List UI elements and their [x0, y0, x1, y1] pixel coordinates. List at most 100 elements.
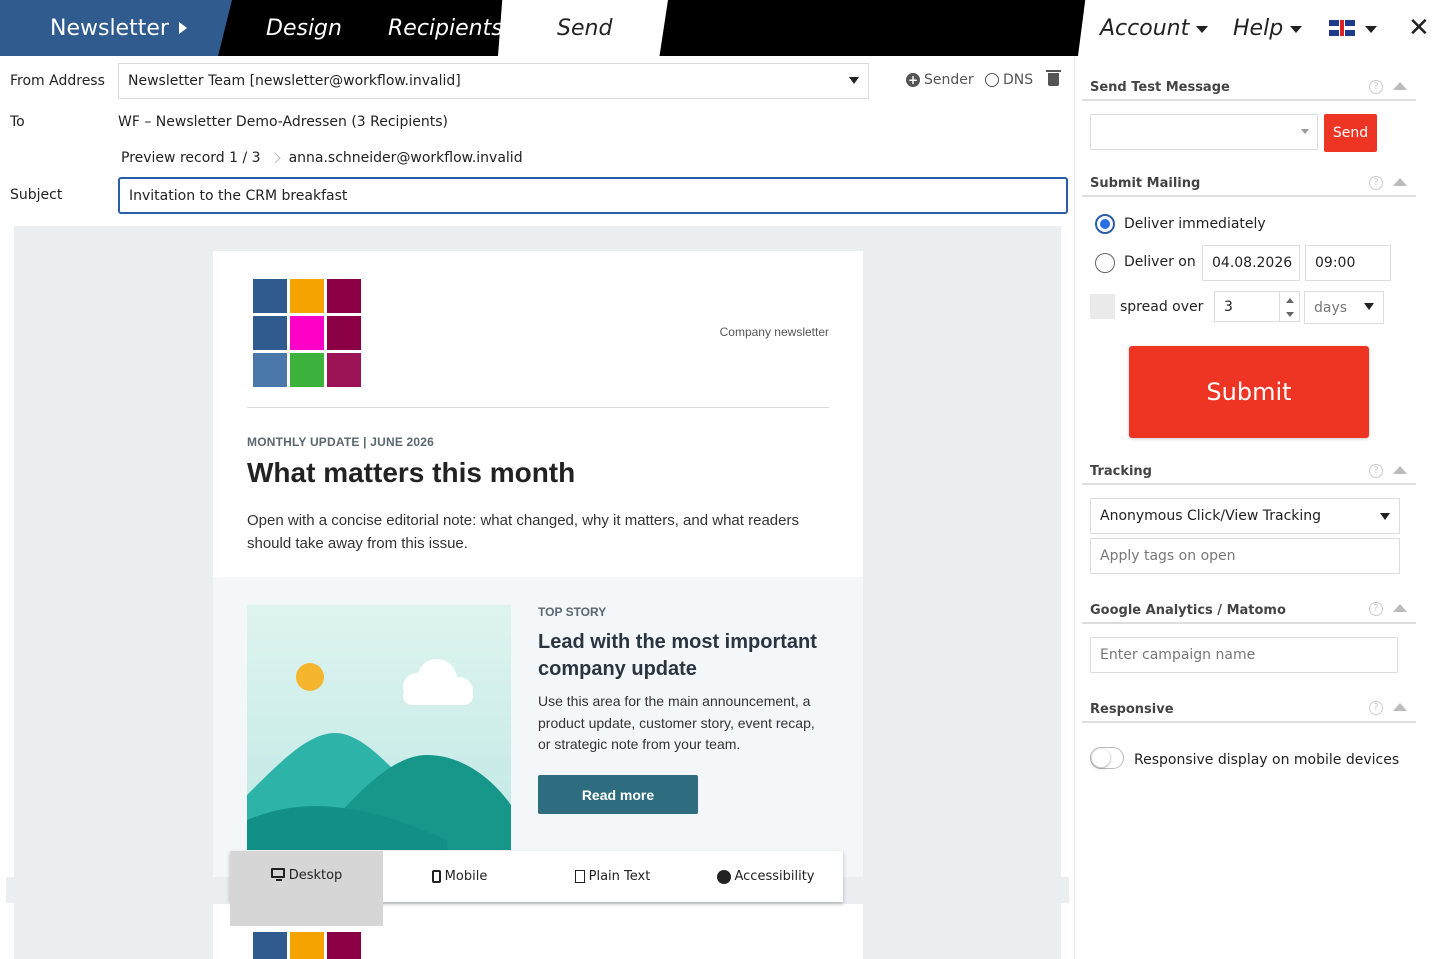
email-headline: What matters this month — [247, 457, 576, 488]
test-recipient-select[interactable] — [1090, 114, 1318, 150]
tracking-title: Tracking — [1090, 464, 1152, 479]
sender-label: Sender — [924, 72, 974, 88]
tab-send[interactable]: Send — [498, 0, 668, 56]
help-icon[interactable]: ? — [1369, 602, 1383, 616]
accessibility-icon — [716, 869, 731, 884]
email-intro: Open with a concise editorial note: what… — [247, 512, 799, 552]
tab-recipients[interactable]: Recipients — [388, 0, 503, 56]
email-kicker: MONTHLY UPDATE | JUNE 2026 — [247, 435, 435, 449]
caret-right-icon — [178, 22, 187, 34]
logo-tile — [290, 932, 324, 959]
account-menu[interactable]: Account — [1100, 0, 1209, 56]
account-label: Account — [1100, 15, 1190, 41]
spread-over-value: 3 — [1224, 298, 1233, 315]
monitor-icon — [270, 868, 285, 881]
send-test-button[interactable]: Send — [1324, 114, 1377, 152]
preview-record-counter[interactable]: Preview record 1 / 3 — [121, 150, 261, 166]
section-divider — [1082, 195, 1416, 197]
responsive-label: Responsive display on mobile devices — [1134, 752, 1400, 768]
logo-tile — [327, 279, 361, 313]
view-plaintext-label: Plain Text — [588, 869, 651, 884]
dns-button[interactable]: DNS — [985, 72, 1033, 88]
preview-record-nav: Preview record 1 / 3 anna.schneider@work… — [121, 150, 523, 166]
tab-design[interactable]: Design — [266, 0, 342, 56]
logo-tile — [253, 316, 287, 350]
deliver-date-value: 04.08.2026 — [1212, 255, 1293, 271]
sender-button[interactable]: + Sender — [906, 72, 974, 88]
logo-tile — [327, 932, 361, 959]
section-divider — [1082, 99, 1416, 101]
story-kicker: TOP STORY — [538, 605, 607, 619]
collapse-icon[interactable] — [1393, 604, 1407, 612]
chevron-down-icon — [849, 77, 859, 84]
trash-icon — [1046, 70, 1061, 86]
campaign-name-placeholder: Enter campaign name — [1100, 647, 1256, 663]
spread-over-stepper[interactable]: 3 — [1214, 291, 1300, 322]
spread-unit-select[interactable]: days — [1304, 291, 1384, 324]
tags-input[interactable]: Apply tags on open — [1090, 538, 1400, 574]
deliver-immediately-radio[interactable] — [1095, 214, 1115, 234]
deliver-on-radio[interactable] — [1095, 253, 1115, 273]
tags-placeholder: Apply tags on open — [1100, 548, 1236, 564]
spread-unit-value: days — [1314, 299, 1348, 316]
collapse-icon[interactable] — [1393, 178, 1407, 186]
logo-tile — [253, 353, 287, 387]
from-address-select[interactable]: Newsletter Team [newsletter@workflow.inv… — [118, 63, 869, 99]
document-icon — [574, 870, 585, 883]
help-label: Help — [1233, 15, 1284, 41]
help-menu[interactable]: Help — [1233, 0, 1303, 56]
delete-button[interactable] — [1046, 70, 1061, 86]
tab-newsletter-label: Newsletter — [50, 15, 169, 41]
chevron-down-icon — [1380, 513, 1390, 520]
subject-input[interactable]: Invitation to the CRM breakfast — [118, 177, 1068, 214]
chevron-down-icon — [1290, 26, 1303, 33]
help-icon[interactable]: ? — [1369, 701, 1383, 715]
collapse-icon[interactable] — [1393, 703, 1407, 711]
help-icon[interactable]: ? — [1369, 176, 1383, 190]
tab-newsletter[interactable]: Newsletter — [0, 0, 232, 56]
section-divider — [1082, 721, 1416, 723]
language-menu[interactable] — [1329, 0, 1377, 56]
plus-circle-icon: + — [906, 73, 920, 87]
help-icon[interactable]: ? — [1369, 464, 1383, 478]
email-body: Company newsletter MONTHLY UPDATE | JUNE… — [213, 251, 863, 891]
stepper-arrows-icon[interactable] — [1279, 292, 1299, 322]
deliver-time-input[interactable]: 09:00 — [1305, 245, 1391, 281]
tracking-value: Anonymous Click/View Tracking — [1100, 508, 1322, 524]
view-plaintext-button[interactable]: Plain Text — [536, 851, 689, 902]
help-icon[interactable]: ? — [1369, 80, 1383, 94]
logo-tile — [290, 316, 324, 350]
section-divider — [1082, 622, 1416, 624]
tracking-select[interactable]: Anonymous Click/View Tracking — [1090, 498, 1400, 534]
deliver-on-label: Deliver on — [1124, 254, 1196, 270]
submit-mailing-title: Submit Mailing — [1090, 176, 1201, 191]
view-mobile-label: Mobile — [444, 869, 488, 884]
read-more-button[interactable]: Read more — [538, 775, 698, 814]
logo-tile — [290, 353, 324, 387]
view-desktop-button[interactable]: Desktop — [230, 851, 383, 926]
deliver-date-input[interactable]: 04.08.2026 — [1202, 245, 1300, 281]
close-icon[interactable]: ✕ — [1408, 0, 1430, 56]
view-mobile-button[interactable]: Mobile — [383, 851, 536, 902]
view-mode-switcher: Desktop Mobile Plain Text Accessibility — [230, 851, 843, 926]
chevron-down-icon — [1365, 26, 1377, 33]
logo-tile — [290, 279, 324, 313]
spread-over-checkbox[interactable] — [1090, 294, 1115, 319]
story-title: Lead with the most important company upd… — [538, 631, 817, 680]
collapse-icon[interactable] — [1393, 82, 1407, 90]
chevron-right-icon[interactable] — [268, 152, 281, 164]
submit-button[interactable]: Submit — [1129, 346, 1369, 438]
analytics-title: Google Analytics / Matomo — [1090, 603, 1286, 618]
panel-divider — [1074, 56, 1075, 959]
responsive-title: Responsive — [1090, 702, 1174, 717]
campaign-name-input[interactable]: Enter campaign name — [1090, 637, 1398, 673]
email-preview: Company newsletter MONTHLY UPDATE | JUNE… — [14, 226, 1061, 959]
view-accessibility-label: Accessibility — [734, 869, 815, 884]
collapse-icon[interactable] — [1393, 466, 1407, 474]
chevron-down-icon — [1196, 26, 1209, 33]
to-label: To — [10, 114, 25, 130]
view-accessibility-button[interactable]: Accessibility — [689, 851, 842, 902]
from-address-label: From Address — [10, 73, 105, 89]
spread-over-label: spread over — [1120, 299, 1204, 315]
responsive-toggle[interactable] — [1090, 747, 1124, 769]
